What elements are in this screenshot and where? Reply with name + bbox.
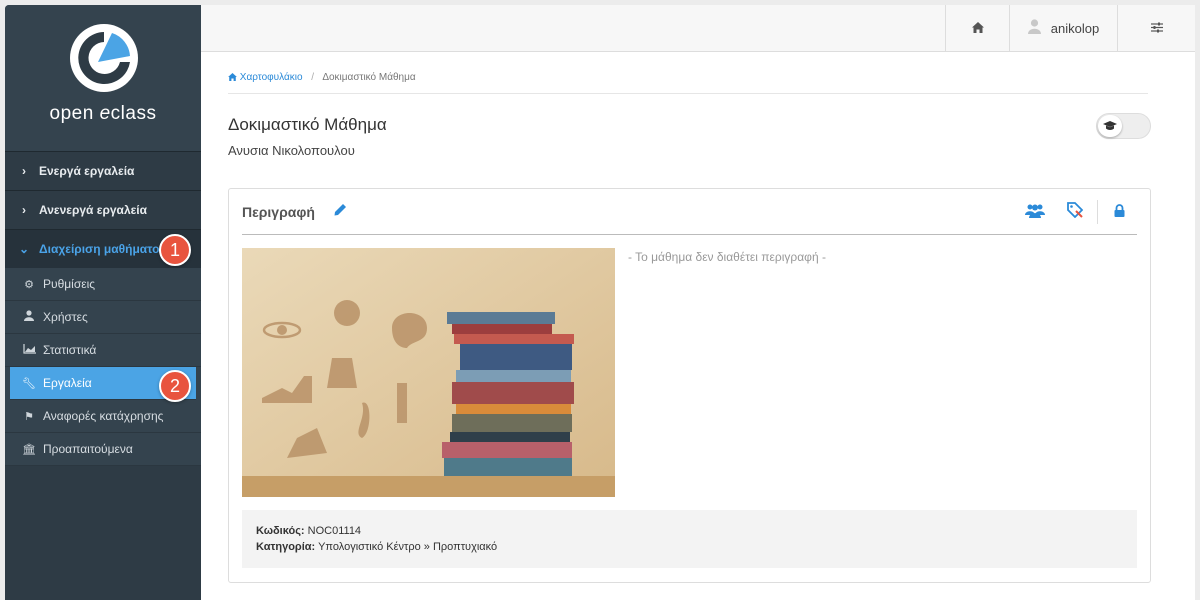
course-category-row: Κατηγορία: Υπολογιστικό Κέντρο » Προπτυχ… bbox=[256, 539, 1123, 555]
top-navbar: anikolop bbox=[201, 5, 1195, 52]
sliders-icon bbox=[1150, 21, 1163, 36]
sidebar-item-label: Στατιστικά bbox=[43, 343, 97, 357]
logo-text-open: open bbox=[49, 103, 100, 124]
logo[interactable]: open eclass bbox=[5, 5, 201, 151]
student-view-toggle[interactable] bbox=[1096, 113, 1151, 139]
sidebar-item-statistics[interactable]: Στατιστικά bbox=[5, 334, 201, 367]
chevron-right-icon: › bbox=[22, 203, 26, 217]
sidebar-item-label: Ρυθμίσεις bbox=[43, 277, 96, 291]
sidebar-section-inactive-tools[interactable]: › Ανενεργά εργαλεία bbox=[5, 190, 201, 229]
sidebar-item-label: Χρήστες bbox=[43, 310, 88, 324]
breadcrumb-separator: / bbox=[311, 72, 315, 83]
course-management-submenu: ⚙ Ρυθμίσεις Χρήστες Στατιστικά 🔧︎ Εργαλε… bbox=[5, 268, 201, 466]
course-image bbox=[242, 248, 615, 497]
main-content: Χαρτοφυλάκιο / Δοκιμαστικό Μάθημα Δοκιμα… bbox=[201, 52, 1195, 600]
course-category-value: Υπολογιστικό Κέντρο » Προπτυχιακό bbox=[315, 541, 498, 553]
users-icon[interactable] bbox=[1025, 203, 1045, 222]
sidebar-item-abuse-reports[interactable]: ⚑ Αναφορές κατάχρησης bbox=[5, 400, 201, 433]
logo-text-e: e bbox=[99, 103, 111, 124]
graduation-cap-icon bbox=[1098, 115, 1122, 137]
home-icon bbox=[971, 21, 984, 36]
course-professor: Ανυσια Νικολοπουλου bbox=[228, 143, 355, 158]
logo-text-class: class bbox=[110, 103, 157, 124]
chevron-down-icon: ⌄ bbox=[18, 242, 30, 256]
panel-title: Περιγραφή bbox=[242, 203, 315, 220]
divider bbox=[1097, 200, 1098, 224]
sidebar-section-label: Διαχείριση μαθήματος bbox=[39, 242, 166, 256]
breadcrumb: Χαρτοφυλάκιο / Δοκιμαστικό Μάθημα bbox=[228, 72, 1148, 94]
course-description-panel: Περιγραφή - Το μάθημα δεν διαθέτει περιγ… bbox=[228, 188, 1151, 583]
lock-icon[interactable] bbox=[1114, 203, 1125, 221]
breadcrumb-home-label: Χαρτοφυλάκιο bbox=[239, 72, 303, 83]
home-button[interactable] bbox=[945, 5, 1009, 51]
eclass-logo-icon bbox=[70, 24, 138, 92]
sidebar-item-label: Αναφορές κατάχρησης bbox=[43, 409, 164, 423]
course-category-label: Κατηγορία: bbox=[256, 541, 316, 553]
sidebar-item-prerequisites[interactable]: 🏛︎ Προαπαιτούμενα bbox=[5, 433, 201, 466]
sidebar-section-label: Ενεργά εργαλεία bbox=[39, 164, 135, 178]
user-avatar-icon bbox=[1027, 19, 1041, 37]
sidebar-section-label: Ανενεργά εργαλεία bbox=[39, 203, 148, 217]
breadcrumb-current: Δοκιμαστικό Μάθημα bbox=[322, 72, 416, 83]
course-code-value: NOC01114 bbox=[304, 525, 362, 537]
chevron-right-icon: › bbox=[22, 164, 26, 178]
sidebar: open eclass › Ενεργά εργαλεία › Ανενεργά… bbox=[5, 5, 201, 600]
annotation-badge-1: 1 bbox=[159, 234, 191, 266]
course-code-label: Κωδικός: bbox=[256, 525, 305, 537]
sidebar-item-settings[interactable]: ⚙ Ρυθμίσεις bbox=[5, 268, 201, 301]
settings-toggle-button[interactable] bbox=[1117, 5, 1195, 51]
pencil-icon[interactable] bbox=[333, 202, 348, 221]
logo-text: open eclass bbox=[5, 103, 201, 125]
wrench-icon: 🔧︎ bbox=[22, 377, 36, 390]
university-icon: 🏛︎ bbox=[22, 443, 36, 456]
area-chart-icon bbox=[21, 343, 37, 357]
flag-icon: ⚑ bbox=[24, 410, 34, 423]
user-icon bbox=[21, 310, 37, 324]
panel-header: Περιγραφή bbox=[242, 189, 1137, 235]
cogs-icon: ⚙ bbox=[24, 278, 34, 291]
course-code-row: Κωδικός: NOC01114 bbox=[256, 523, 1123, 539]
course-info-box: Κωδικός: NOC01114 Κατηγορία: Υπολογιστικ… bbox=[242, 510, 1137, 568]
no-description-text: - Το μάθημα δεν διαθέτει περιγραφή - bbox=[628, 250, 826, 264]
sidebar-item-label: Προαπαιτούμενα bbox=[43, 442, 133, 456]
sidebar-item-label: Εργαλεία bbox=[43, 376, 92, 390]
panel-header-actions bbox=[1003, 189, 1137, 235]
breadcrumb-home-link[interactable]: Χαρτοφυλάκιο bbox=[228, 72, 305, 83]
annotation-badge-2: 2 bbox=[159, 370, 191, 402]
username: anikolop bbox=[1050, 20, 1100, 36]
home-icon bbox=[228, 73, 237, 81]
tag-remove-icon[interactable] bbox=[1067, 202, 1084, 222]
page-title: Δοκιμαστικό Μάθημα bbox=[228, 115, 387, 134]
sidebar-section-active-tools[interactable]: › Ενεργά εργαλεία bbox=[5, 151, 201, 190]
user-menu-button[interactable]: anikolop bbox=[1009, 5, 1117, 51]
sidebar-item-users[interactable]: Χρήστες bbox=[5, 301, 201, 334]
